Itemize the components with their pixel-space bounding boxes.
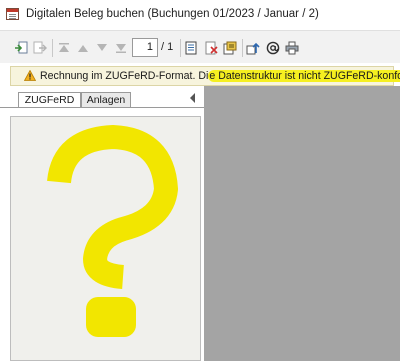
toolbar-separator bbox=[52, 39, 53, 57]
last-page-icon[interactable] bbox=[114, 41, 128, 55]
collapse-panel-icon[interactable] bbox=[190, 93, 195, 103]
toolbar: 1 / 1 bbox=[0, 30, 400, 63]
document-icon[interactable] bbox=[184, 41, 198, 55]
import-icon[interactable] bbox=[14, 41, 28, 55]
next-page-icon[interactable] bbox=[95, 41, 109, 55]
export-icon[interactable] bbox=[33, 41, 47, 55]
warning-icon bbox=[23, 69, 37, 81]
app-icon bbox=[6, 8, 19, 20]
window-title: Digitalen Beleg buchen (Buchungen 01/202… bbox=[26, 8, 319, 20]
upload-icon[interactable] bbox=[246, 41, 260, 55]
print-icon[interactable] bbox=[285, 41, 299, 55]
email-icon[interactable] bbox=[266, 41, 280, 55]
toolbar-separator bbox=[180, 39, 181, 57]
tab-zugferd[interactable]: ZUGFeRD bbox=[18, 92, 81, 108]
info-message-start: Rechnung im ZUGFeRD-Format. Di bbox=[40, 70, 209, 82]
document-preview[interactable] bbox=[10, 116, 201, 361]
info-message: Rechnung im ZUGFeRD-Format. Die Datenstr… bbox=[40, 70, 400, 82]
previous-page-icon[interactable] bbox=[76, 41, 90, 55]
info-bar: Rechnung im ZUGFeRD-Format. Die Datenstr… bbox=[10, 66, 400, 86]
document-viewer[interactable] bbox=[204, 86, 400, 361]
toolbar-separator bbox=[242, 39, 243, 57]
title-bar: Digitalen Beleg buchen (Buchungen 01/202… bbox=[0, 0, 400, 30]
properties-icon[interactable] bbox=[223, 41, 237, 55]
question-mark-icon bbox=[47, 125, 178, 337]
highlighted-text: e Datenstruktur ist nicht ZUGFeRD-konfor… bbox=[208, 70, 400, 82]
page-number-input[interactable]: 1 bbox=[132, 38, 158, 57]
first-page-icon[interactable] bbox=[57, 41, 71, 55]
page-total-label: / 1 bbox=[161, 41, 174, 53]
tab-anlagen[interactable]: Anlagen bbox=[81, 92, 131, 108]
delete-icon[interactable] bbox=[204, 41, 218, 55]
